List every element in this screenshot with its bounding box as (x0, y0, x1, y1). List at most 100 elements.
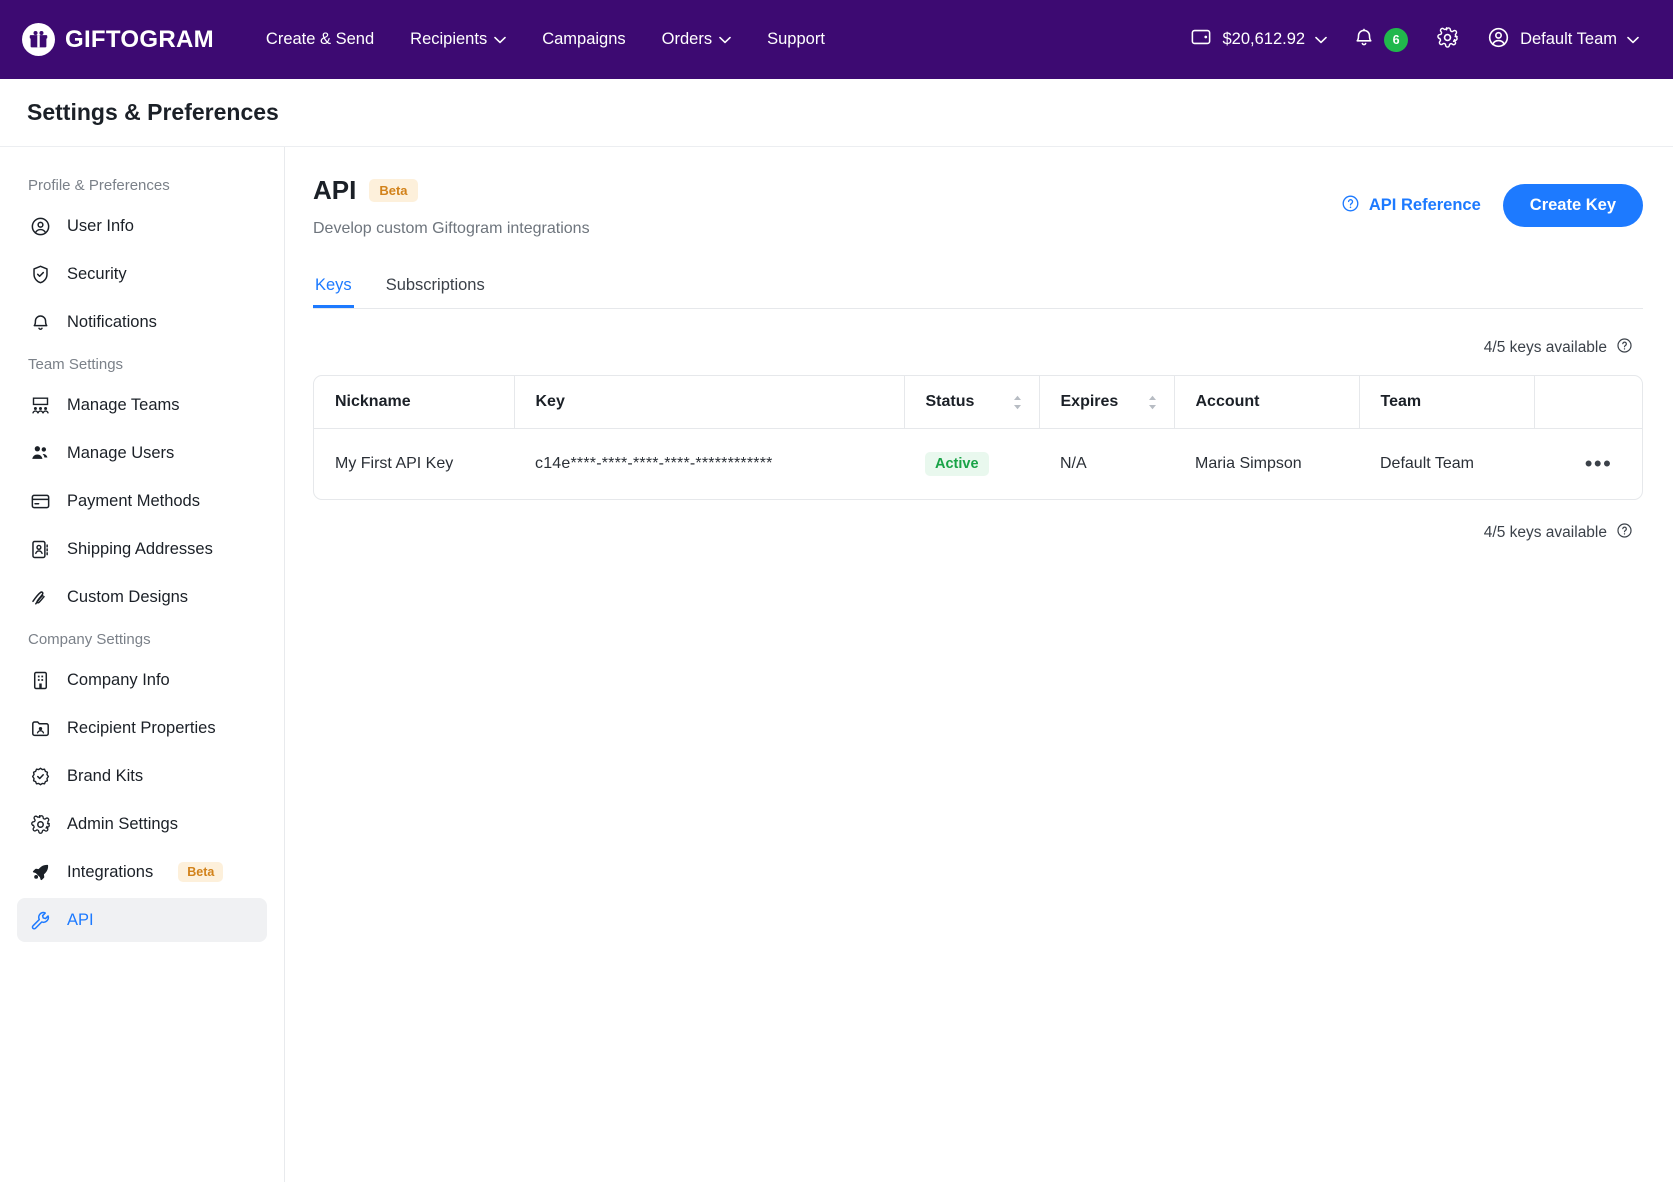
help-circle-icon[interactable] (1616, 522, 1633, 544)
sidebar-item-badge: Beta (178, 862, 224, 882)
cell-status: Active (904, 429, 1039, 500)
sidebar-item-brand-kits[interactable]: Brand Kits (17, 754, 267, 798)
sort-arrows-icon[interactable] (1147, 395, 1158, 410)
settings-button[interactable] (1420, 18, 1475, 62)
column-header-nickname[interactable]: Nickname (314, 376, 515, 429)
api-keys-table-card: Nickname Key Status Expires Account Team… (313, 375, 1643, 500)
table-row[interactable]: My First API Key c14e****-****-****-****… (314, 429, 1642, 500)
sidebar-item-company-info[interactable]: Company Info (17, 658, 267, 702)
settings-sidebar: Profile & Preferences User Info Security (0, 147, 285, 1182)
nav-label: Recipients (410, 30, 488, 48)
table-head: Nickname Key Status Expires Account Team (314, 376, 1642, 429)
sidebar-item-api[interactable]: API (17, 898, 267, 942)
sidebar-item-label: API (67, 910, 94, 929)
credit-card-icon (29, 490, 51, 512)
tab-subscriptions[interactable]: Subscriptions (384, 270, 487, 308)
sidebar-item-label: Security (67, 264, 127, 283)
column-header-account[interactable]: Account (1174, 376, 1360, 429)
bell-icon (29, 311, 51, 333)
sidebar-item-manage-users[interactable]: Manage Users (17, 431, 267, 475)
brand-logo[interactable]: GIFTOGRAM (22, 23, 214, 56)
column-header-status[interactable]: Status (904, 376, 1040, 429)
chevron-down-icon (1627, 30, 1639, 49)
avatar (1487, 26, 1510, 54)
sidebar-item-recipient-properties[interactable]: Recipient Properties (17, 706, 267, 750)
wallet-balance-menu[interactable]: $20,612.92 (1176, 18, 1341, 61)
nav-support[interactable]: Support (749, 20, 843, 59)
nav-label: Support (767, 30, 825, 48)
nav-right-cluster: $20,612.92 6 Default Team (1176, 18, 1651, 62)
column-label: Team (1380, 393, 1422, 410)
api-main-panel: API Beta Develop custom Giftogram integr… (285, 147, 1673, 1182)
notifications-button[interactable]: 6 (1341, 18, 1420, 62)
user-circle-icon (29, 215, 51, 237)
column-header-team[interactable]: Team (1359, 376, 1535, 429)
account-team-menu[interactable]: Default Team (1475, 18, 1651, 62)
sidebar-item-label: Integrations (67, 862, 154, 881)
nav-label: Create & Send (265, 30, 375, 48)
api-reference-link[interactable]: API Reference (1341, 194, 1481, 218)
column-header-key[interactable]: Key (514, 376, 905, 429)
sidebar-item-label: Notifications (67, 312, 157, 331)
chevron-down-icon (719, 30, 731, 49)
page-body: Profile & Preferences User Info Security (0, 147, 1673, 1182)
sidebar-item-label: Manage Teams (67, 395, 180, 414)
help-circle-icon[interactable] (1616, 337, 1633, 359)
sidebar-item-security[interactable]: Security (17, 252, 267, 296)
create-key-button[interactable]: Create Key (1502, 184, 1643, 227)
sort-arrows-icon[interactable] (1012, 395, 1023, 410)
address-book-icon (29, 538, 51, 560)
row-actions-menu-icon[interactable]: ••• (1555, 451, 1642, 477)
sidebar-item-shipping-addresses[interactable]: Shipping Addresses (17, 527, 267, 571)
teams-icon (29, 394, 51, 416)
column-label: Status (925, 393, 975, 410)
api-title-row: API Beta (313, 175, 590, 206)
sidebar-item-admin-settings[interactable]: Admin Settings (17, 802, 267, 846)
badge-check-icon (29, 765, 51, 787)
gift-icon (22, 23, 55, 56)
rocket-icon (29, 861, 51, 883)
cell-account: Maria Simpson (1195, 455, 1302, 472)
sidebar-item-notifications[interactable]: Notifications (17, 300, 267, 344)
nav-recipients[interactable]: Recipients (392, 20, 524, 59)
page-title: Settings & Preferences (27, 99, 279, 125)
api-header: API Beta Develop custom Giftogram integr… (313, 175, 1643, 238)
sidebar-item-user-info[interactable]: User Info (17, 204, 267, 248)
sidebar-group-title-profile: Profile & Preferences (28, 177, 170, 194)
keys-available-label: 4/5 keys available (1483, 524, 1607, 541)
sidebar-item-manage-teams[interactable]: Manage Teams (17, 383, 267, 427)
wrench-icon (29, 909, 51, 931)
cell-expires: N/A (1060, 455, 1087, 472)
keys-available-top: 4/5 keys available (313, 309, 1643, 375)
sidebar-item-label: Admin Settings (67, 814, 178, 833)
sidebar-group-title-team: Team Settings (28, 356, 124, 373)
table-body: My First API Key c14e****-****-****-****… (314, 429, 1642, 500)
status-badge: Active (925, 452, 989, 476)
sidebar-item-label: Payment Methods (67, 491, 200, 510)
column-label: Key (535, 393, 565, 410)
brand-name: GIFTOGRAM (65, 25, 214, 53)
cell-nickname: My First API Key (335, 455, 454, 472)
wallet-icon (1190, 26, 1212, 53)
api-header-actions: API Reference Create Key (1341, 175, 1643, 227)
primary-nav: Create & Send Recipients Campaigns Order… (248, 20, 843, 59)
wallet-balance-amount: $20,612.92 (1222, 30, 1306, 48)
gear-icon (29, 813, 51, 835)
keys-available-label: 4/5 keys available (1483, 339, 1607, 356)
scribble-icon (29, 586, 51, 608)
nav-create-and-send[interactable]: Create & Send (248, 20, 392, 59)
section-subtitle: Develop custom Giftogram integrations (313, 220, 590, 237)
sidebar-item-custom-designs[interactable]: Custom Designs (17, 575, 267, 619)
nav-orders[interactable]: Orders (644, 20, 749, 59)
nav-campaigns[interactable]: Campaigns (524, 20, 643, 59)
sidebar-item-integrations[interactable]: Integrations Beta (17, 850, 267, 894)
column-label: Nickname (335, 393, 411, 410)
tab-keys[interactable]: Keys (313, 270, 354, 308)
api-header-left: API Beta Develop custom Giftogram integr… (313, 175, 590, 238)
sidebar-item-payment-methods[interactable]: Payment Methods (17, 479, 267, 523)
column-header-expires[interactable]: Expires (1039, 376, 1175, 429)
sidebar-item-label: Company Info (67, 670, 170, 689)
team-name-label: Default Team (1520, 30, 1617, 48)
section-title: API (313, 175, 357, 205)
contact-card-icon (29, 717, 51, 739)
